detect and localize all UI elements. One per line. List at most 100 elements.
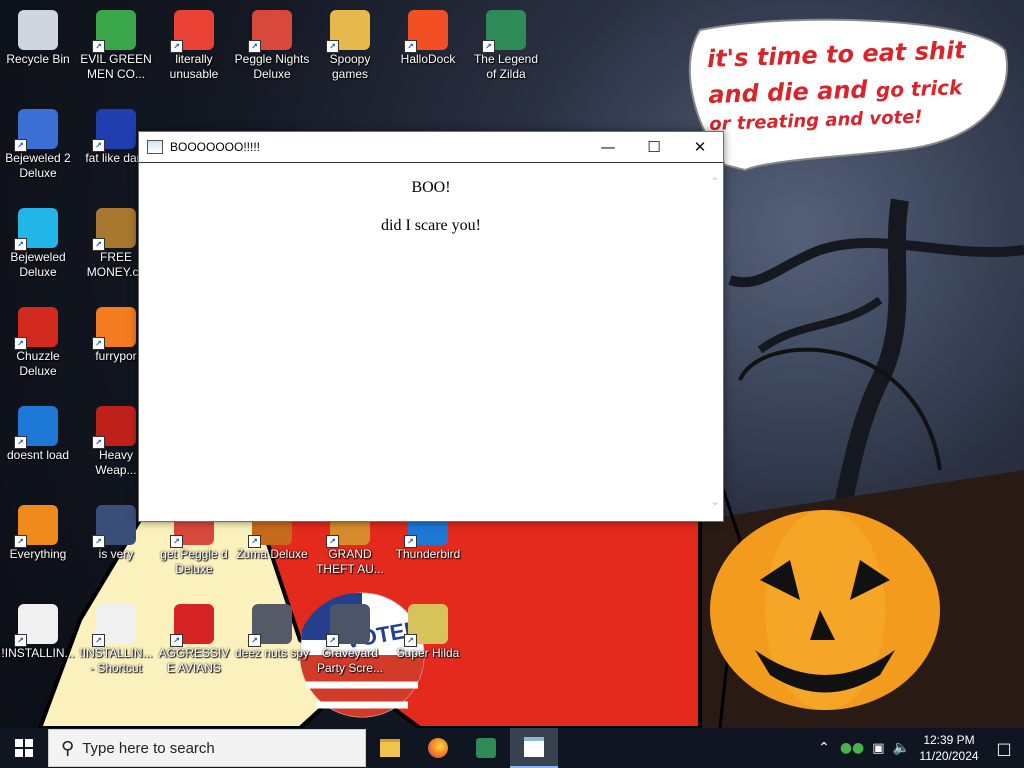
shortcut-arrow-icon: ↗ — [248, 634, 261, 647]
windows-logo-icon — [15, 739, 33, 757]
window-title: BOOOOOOO!!!!! — [170, 140, 261, 154]
shortcut-arrow-icon: ↗ — [248, 535, 261, 548]
zilda-icon — [476, 738, 496, 758]
scroll-down-icon[interactable]: ⌄ — [710, 494, 720, 509]
desktop-icon-label: Bejeweled 2 Deluxe — [5, 151, 71, 180]
shortcut-arrow-icon: ↗ — [404, 535, 417, 548]
clock-date: 11/20/2024 — [919, 749, 979, 763]
shortcut-arrow-icon: ↗ — [248, 40, 261, 53]
system-tray: ⌃ ●● ▣ 🔈 12:39 PM 11/20/2024 □ — [818, 728, 1024, 768]
app-window-icon — [147, 140, 163, 154]
mpl-icon: ↗ — [92, 109, 136, 152]
dialog-content: BOO! did I scare you! ⌃ ⌄ — [139, 163, 723, 521]
minimize-button[interactable]: — — [585, 132, 631, 162]
shortcut-arrow-icon: ↗ — [404, 40, 417, 53]
desktop-icon[interactable]: ↗ deez nuts spy — [234, 598, 310, 694]
close-button[interactable]: ✕ — [677, 132, 723, 162]
desktop-icon[interactable]: ↗ !INSTALLIN... — [0, 598, 76, 694]
shortcut-arrow-icon: ↗ — [326, 40, 339, 53]
windows-logo-icon: ↗ — [404, 10, 448, 53]
shortcut-arrow-icon: ↗ — [92, 634, 105, 647]
shortcut-arrow-icon: ↗ — [14, 535, 27, 548]
chuzzle-icon: ↗ — [14, 307, 58, 350]
desktop-icon[interactable]: ↗ !INSTALLIN... - Shortcut — [78, 598, 154, 694]
clock[interactable]: 12:39 PM 11/20/2024 — [914, 732, 984, 764]
network-icon[interactable]: ▣ — [872, 741, 884, 756]
shortcut-arrow-icon: ↗ — [326, 535, 339, 548]
notification-icon[interactable]: □ — [984, 739, 1024, 758]
chevron-up-icon[interactable]: ⌃ — [818, 740, 830, 756]
zilda-icon: ↗ — [482, 10, 526, 53]
recycle-bin-icon — [18, 10, 58, 50]
angry-bird-icon: ↗ — [170, 604, 214, 647]
window-icon — [524, 737, 544, 757]
desktop-icon[interactable]: ↗ Spoopy games — [312, 4, 388, 100]
desktop-icon-label: HalloDock — [400, 52, 456, 66]
desktop-icon[interactable]: ↗ Graveyard Party Scre... — [312, 598, 388, 694]
shortcut-arrow-icon: ↗ — [170, 40, 183, 53]
shortcut-arrow-icon: ↗ — [170, 634, 183, 647]
volume-icon[interactable]: 🔈 — [893, 740, 910, 756]
desktop-icon[interactable]: ↗ Super Hilda — [390, 598, 466, 694]
desktop-icon-label: Graveyard Party Scre... — [316, 646, 384, 675]
search-box[interactable]: ⚲ Type here to search — [48, 729, 366, 767]
desktop-icon-label: get Peggle d Deluxe — [160, 547, 228, 576]
desktop-icon-label: Chuzzle Deluxe — [16, 349, 60, 378]
desktop-icon-label: Everything — [9, 547, 67, 561]
shortcut-arrow-icon: ↗ — [326, 634, 339, 647]
window-stack-icon: ↗ — [248, 604, 292, 647]
desktop-icon-label: !INSTALLIN... - Shortcut — [79, 646, 153, 675]
shortcut-arrow-icon: ↗ — [92, 139, 105, 152]
desktop-icon-label: GRAND THEFT AU... — [316, 547, 384, 576]
shortcut-arrow-icon: ↗ — [404, 634, 417, 647]
green-men-icon: ↗ — [92, 10, 136, 53]
desktop-icon-label: EVIL GREEN MEN CO... — [80, 52, 152, 81]
desktop-icon[interactable]: ↗ AGGRESSIVE AVIANS — [156, 598, 232, 694]
thunderbird-icon: ↗ — [14, 406, 58, 449]
speech-bubble-text: it's time to eat shit and die and go tri… — [706, 31, 999, 136]
folder-icon: ↗ — [326, 10, 370, 53]
shortcut-arrow-icon: ↗ — [14, 139, 27, 152]
shortcut-arrow-icon: ↗ — [92, 535, 105, 548]
desktop-icon[interactable]: ↗ The Legend of Zilda — [468, 4, 544, 100]
desktop-icon-label: is very — [98, 547, 134, 561]
desktop-icon-label: Zuma Deluxe — [236, 547, 308, 561]
desktop-icon[interactable]: ↗ Chuzzle Deluxe — [0, 301, 76, 397]
desktop-icon[interactable]: ↗ EVIL GREEN MEN CO... — [78, 4, 154, 100]
desktop-icon[interactable]: ↗ Peggle Nights Deluxe — [234, 4, 310, 100]
start-button[interactable] — [0, 728, 48, 768]
shortcut-arrow-icon: ↗ — [92, 436, 105, 449]
taskbar-file-explorer[interactable] — [366, 728, 414, 768]
shortcut-arrow-icon: ↗ — [14, 238, 27, 251]
taskbar-dialog-app[interactable] — [510, 728, 558, 768]
title-bar[interactable]: BOOOOOOO!!!!! — ☐ ✕ — [139, 132, 723, 163]
taskbar-zilda[interactable] — [462, 728, 510, 768]
desktop-icon[interactable]: ↗ Bejeweled Deluxe — [0, 202, 76, 298]
dialog-window[interactable]: BOOOOOOO!!!!! — ☐ ✕ BOO! did I scare you… — [138, 131, 724, 522]
speech-line-2a: and die and — [707, 75, 877, 110]
desktop-icon[interactable]: ↗ Everything — [0, 499, 76, 595]
shortcut-arrow-icon: ↗ — [170, 535, 183, 548]
desktop-icon[interactable]: Recycle Bin — [0, 4, 76, 100]
desktop-icon[interactable]: ↗ Bejeweled 2 Deluxe — [0, 103, 76, 199]
speech-line-2b: go trick — [875, 75, 963, 103]
desktop-icon[interactable]: ↗ doesnt load — [0, 400, 76, 496]
clock-time: 12:39 PM — [923, 733, 975, 747]
shield-icon: ↗ — [92, 505, 136, 548]
scroll-up-icon[interactable]: ⌃ — [710, 175, 720, 190]
search-placeholder: Type here to search — [82, 739, 215, 757]
desktop-icon-label: deez nuts spy — [234, 646, 310, 660]
desktop-icon[interactable]: ↗ literally unusable — [156, 4, 232, 100]
people-icon[interactable]: ●● — [840, 740, 864, 756]
scrollbar[interactable]: ⌃ ⌄ — [706, 163, 723, 521]
diamond-icon: ↗ — [14, 208, 58, 251]
desktop-icon-label: Bejeweled Deluxe — [10, 250, 66, 279]
desktop-icon[interactable]: ↗ HalloDock — [390, 4, 466, 100]
maximize-button[interactable]: ☐ — [631, 132, 677, 162]
taskbar-firefox[interactable] — [414, 728, 462, 768]
shortcut-arrow-icon: ↗ — [482, 40, 495, 53]
text-file-icon: ↗ — [92, 604, 136, 647]
desktop-icon-label: The Legend of Zilda — [473, 52, 539, 81]
money-bag-icon: ↗ — [92, 208, 136, 251]
desktop-icon-label: Thunderbird — [395, 547, 461, 561]
